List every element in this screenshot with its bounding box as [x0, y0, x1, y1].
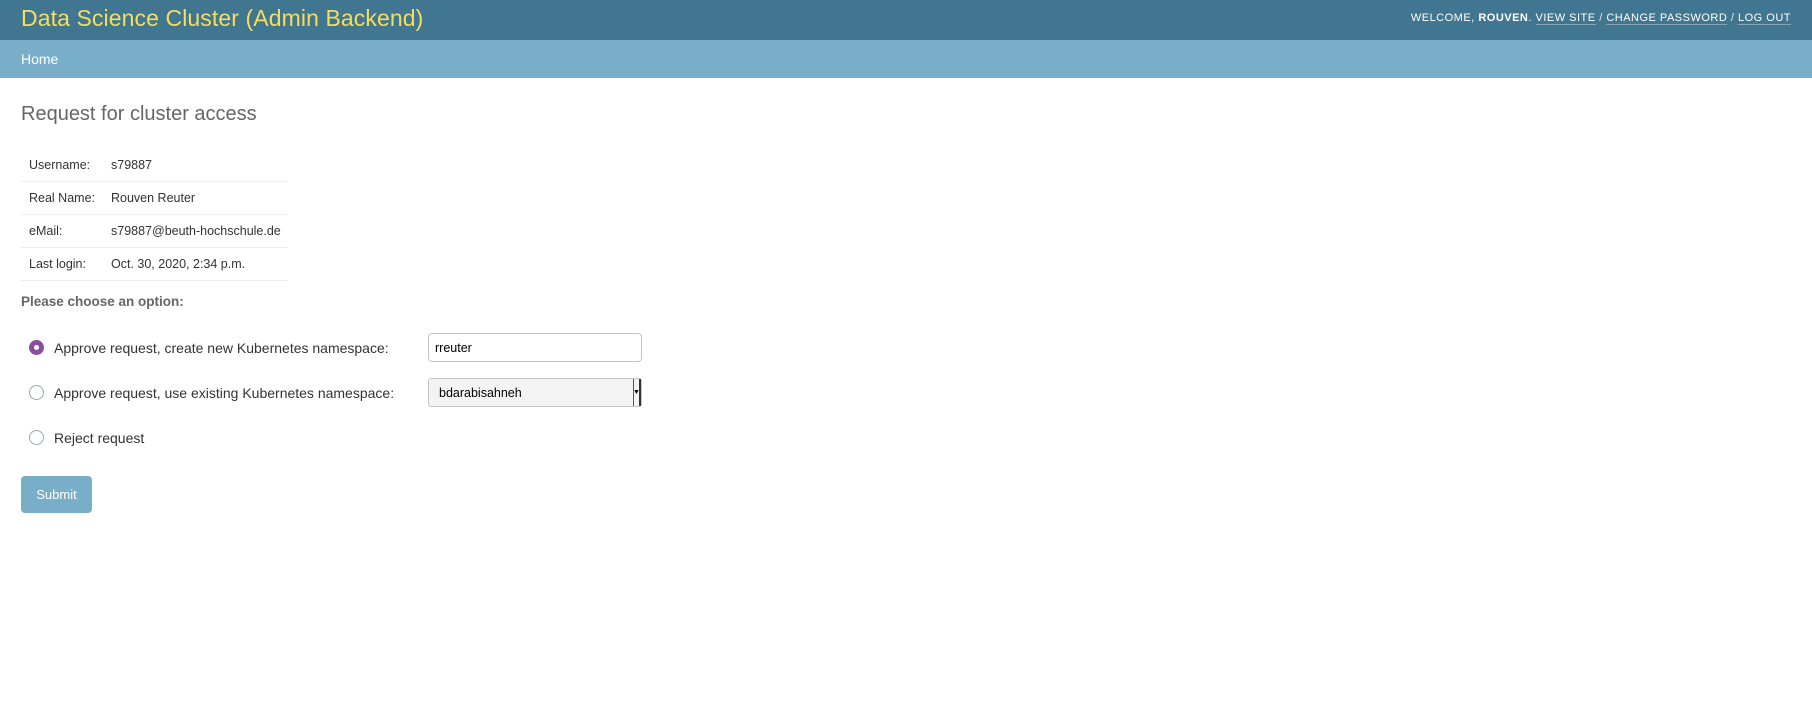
- username-value: s79887: [103, 149, 288, 182]
- separator: /: [1730, 12, 1735, 24]
- reject-label[interactable]: Reject request: [54, 430, 144, 446]
- breadcrumb: Home: [0, 40, 1812, 78]
- main-content: Request for cluster access Username: s79…: [0, 78, 1812, 513]
- last-login-value: Oct. 30, 2020, 2:34 p.m.: [103, 247, 288, 281]
- real-name-label: Real Name:: [21, 181, 103, 215]
- site-title: Data Science Cluster (Admin Backend): [21, 5, 424, 31]
- approve-existing-label[interactable]: Approve request, use existing Kubernetes…: [54, 385, 394, 401]
- change-password-link[interactable]: Change password: [1606, 12, 1728, 25]
- username-label: Username:: [21, 149, 103, 182]
- existing-namespace-select[interactable]: bdarabisahneh ▼: [428, 378, 642, 407]
- new-namespace-input[interactable]: rreuter: [428, 333, 642, 362]
- table-row: eMail: s79887@beuth-hochschule.de: [21, 214, 288, 248]
- user-name: Rouven: [1478, 12, 1529, 24]
- breadcrumb-home-link[interactable]: Home: [21, 51, 58, 67]
- options-heading: Please choose an option:: [21, 294, 184, 309]
- submit-button[interactable]: Submit: [21, 476, 92, 513]
- option-reject: Reject request: [21, 415, 1791, 460]
- page-title: Request for cluster access: [21, 103, 257, 125]
- chevron-down-icon[interactable]: ▼: [633, 379, 641, 406]
- option-approve-existing: Approve request, use existing Kubernetes…: [21, 370, 1791, 415]
- last-login-label: Last login:: [21, 247, 103, 281]
- log-out-link[interactable]: Log out: [1737, 12, 1791, 25]
- email-label: eMail:: [21, 214, 103, 248]
- header: Data Science Cluster (Admin Backend) Wel…: [0, 0, 1812, 40]
- options-group: Approve request, create new Kubernetes n…: [21, 325, 1791, 460]
- user-info-table: Username: s79887 Real Name: Rouven Reute…: [21, 149, 288, 281]
- welcome-text: Welcome,: [1410, 12, 1475, 24]
- separator: /: [1599, 12, 1603, 24]
- user-tools: Welcome, Rouven. View site / Change pass…: [1410, 12, 1791, 25]
- approve-existing-radio[interactable]: [29, 385, 44, 400]
- approve-new-label[interactable]: Approve request, create new Kubernetes n…: [54, 340, 389, 356]
- table-row: Last login: Oct. 30, 2020, 2:34 p.m.: [21, 247, 288, 281]
- reject-radio[interactable]: [29, 430, 44, 445]
- table-row: Username: s79887: [21, 149, 288, 182]
- existing-namespace-selected: bdarabisahneh: [439, 385, 522, 400]
- table-row: Real Name: Rouven Reuter: [21, 181, 288, 215]
- real-name-value: Rouven Reuter: [103, 181, 288, 215]
- email-value: s79887@beuth-hochschule.de: [103, 214, 288, 248]
- view-site-link[interactable]: View site: [1535, 12, 1596, 25]
- approve-new-radio[interactable]: [29, 340, 44, 355]
- option-approve-new: Approve request, create new Kubernetes n…: [21, 325, 1791, 370]
